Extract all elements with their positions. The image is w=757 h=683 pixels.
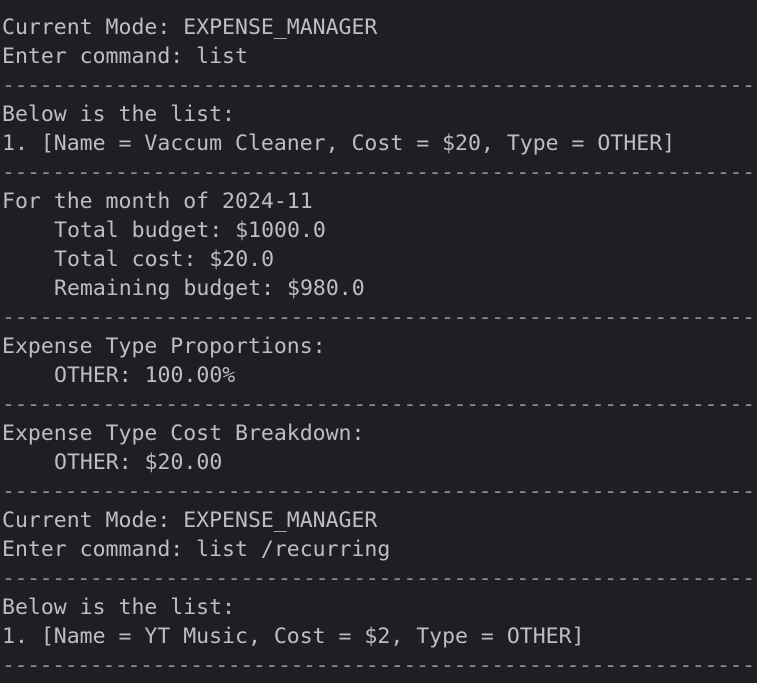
terminal-output[interactable]: ----------------------------------------… (0, 0, 757, 683)
indented-output-text: Total budget: $1000.0 (54, 218, 326, 243)
output-line: Expense Type Cost Breakdown: (2, 421, 365, 446)
separator-line: ----------------------------------------… (2, 0, 757, 13)
output-line: Current Mode: EXPENSE_MANAGER (2, 508, 378, 533)
separator-line: ----------------------------------------… (2, 73, 757, 98)
indented-output-line: OTHER: $20.00 (2, 448, 757, 477)
separator-line: ----------------------------------------… (2, 160, 757, 185)
indented-output-text: OTHER: $20.00 (54, 450, 223, 475)
output-line: For the month of 2024-11 (2, 189, 313, 214)
indented-output-text: OTHER: 100.00% (54, 363, 236, 388)
separator-line: ----------------------------------------… (2, 566, 757, 591)
output-line: 1. [Name = YT Music, Cost = $2, Type = O… (2, 624, 585, 649)
output-line: Enter command: list (2, 44, 248, 69)
output-line: Enter command: list /recurring (2, 537, 391, 562)
output-line: 1. [Name = Vaccum Cleaner, Cost = $20, T… (2, 131, 676, 156)
indented-output-line: Total budget: $1000.0 (2, 216, 757, 245)
indented-output-text: Total cost: $20.0 (54, 247, 275, 272)
terminal-lines: ----------------------------------------… (2, 0, 757, 680)
separator-line: ----------------------------------------… (2, 392, 757, 417)
output-line: Below is the list: (2, 102, 235, 127)
indented-output-line: OTHER: 100.00% (2, 361, 757, 390)
separator-line: ----------------------------------------… (2, 653, 757, 678)
output-line: Current Mode: EXPENSE_MANAGER (2, 15, 378, 40)
output-line: Expense Type Proportions: (2, 334, 326, 359)
separator-line: ----------------------------------------… (2, 305, 757, 330)
indented-output-line: Remaining budget: $980.0 (2, 274, 757, 303)
indented-output-text: Remaining budget: $980.0 (54, 276, 365, 301)
output-line: Below is the list: (2, 595, 235, 620)
separator-line: ----------------------------------------… (2, 479, 757, 504)
indented-output-line: Total cost: $20.0 (2, 245, 757, 274)
